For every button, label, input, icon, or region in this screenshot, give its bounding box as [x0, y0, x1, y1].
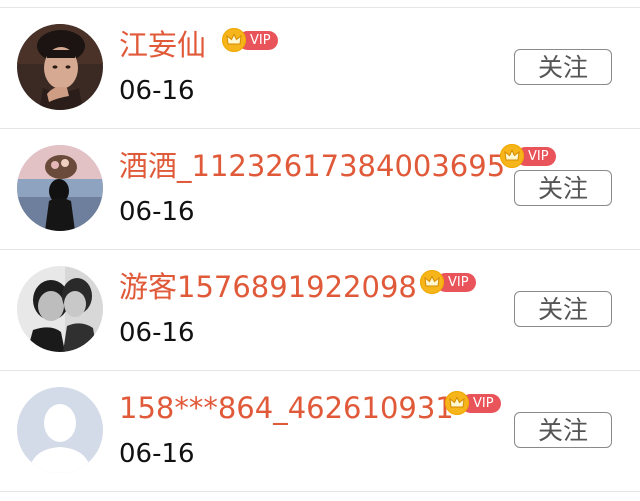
crown-icon	[445, 391, 469, 415]
follow-date: 06-16	[119, 197, 195, 227]
username[interactable]: 158***864_462610931	[119, 389, 454, 427]
username[interactable]: 江妄仙	[119, 26, 206, 64]
avatar[interactable]	[17, 387, 103, 473]
crown-icon	[500, 144, 524, 168]
follow-date: 06-16	[119, 439, 195, 469]
list-item[interactable]: 158***864_462610931 VIP 06-16 关注	[0, 371, 640, 492]
list-item[interactable]: 游客1576891922098 VIP 06-16 关注	[0, 250, 640, 371]
vip-badge: VIP	[420, 270, 476, 294]
username[interactable]: 酒酒_11232617384003695	[119, 147, 505, 185]
crown-icon	[420, 270, 444, 294]
follow-button[interactable]: 关注	[514, 412, 612, 448]
vip-badge: VIP	[222, 28, 278, 52]
list-item[interactable]: 江妄仙 VIP 06-16 关注	[0, 8, 640, 129]
vip-badge: VIP	[445, 391, 501, 415]
follow-button[interactable]: 关注	[514, 291, 612, 327]
username[interactable]: 游客1576891922098	[119, 268, 417, 306]
avatar[interactable]	[17, 24, 103, 110]
top-divider	[0, 0, 640, 8]
list-item[interactable]: 酒酒_11232617384003695 VIP 06-16 关注	[0, 129, 640, 250]
vip-badge: VIP	[500, 144, 556, 168]
follower-list: 江妄仙 VIP 06-16 关注 酒酒_11232617384003695 VI…	[0, 8, 640, 492]
follow-date: 06-16	[119, 318, 195, 348]
follow-button[interactable]: 关注	[514, 49, 612, 85]
crown-icon	[222, 28, 246, 52]
avatar[interactable]	[17, 266, 103, 352]
avatar[interactable]	[17, 145, 103, 231]
follow-button[interactable]: 关注	[514, 170, 612, 206]
follow-date: 06-16	[119, 76, 195, 106]
